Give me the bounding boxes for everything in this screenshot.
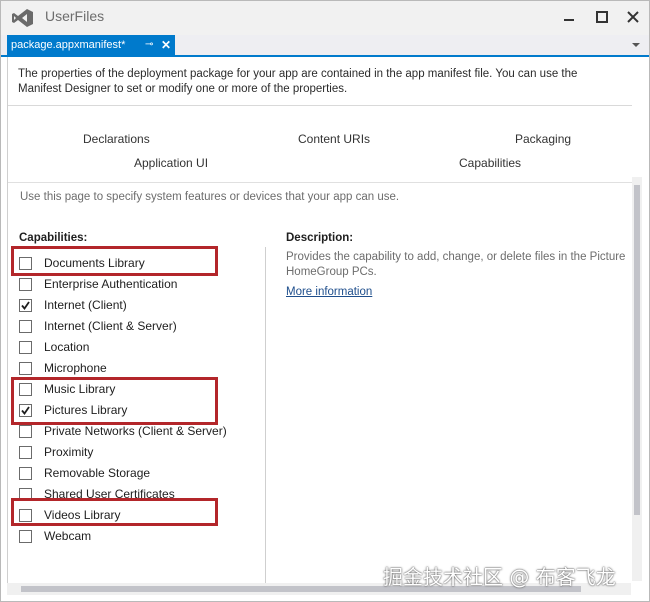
visual-studio-logo-icon <box>12 9 33 27</box>
tab-package-appxmanifest[interactable]: package.appxmanifest* ⊸ ✕ <box>7 35 175 55</box>
description-text: Provides the capability to add, change, … <box>286 250 636 280</box>
highlight-box <box>11 246 218 276</box>
capabilities-heading: Capabilities: <box>19 232 88 244</box>
capability-label: Proximity <box>44 445 94 459</box>
capability-label: Enterprise Authentication <box>44 277 178 291</box>
tab-dropdown-icon[interactable] <box>631 37 641 51</box>
tab-label: package.appxmanifest* <box>11 39 126 51</box>
more-information-link[interactable]: More information <box>286 286 372 298</box>
checkbox[interactable] <box>19 530 32 543</box>
capability-label: Removable Storage <box>44 466 151 480</box>
tab-packaging[interactable]: Packaging <box>515 132 571 146</box>
intro-text: The properties of the deployment package… <box>18 68 578 95</box>
vertical-scrollbar[interactable] <box>632 177 642 581</box>
minimize-button[interactable] <box>557 6 581 28</box>
checkbox[interactable] <box>19 341 32 354</box>
document-tab-row: package.appxmanifest* ⊸ ✕ <box>1 35 649 57</box>
checkbox[interactable] <box>19 320 32 333</box>
maximize-icon <box>596 11 608 23</box>
title-bar: UserFiles <box>1 1 649 35</box>
pin-icon[interactable]: ⊸ <box>145 35 153 55</box>
description-line: HomeGroup PCs. <box>286 266 377 278</box>
maximize-button[interactable] <box>590 6 614 28</box>
checkbox[interactable] <box>19 425 32 438</box>
highlight-box <box>11 498 218 526</box>
tab-declarations[interactable]: Declarations <box>83 132 150 146</box>
description-line: Provides the capability to add, change, … <box>286 251 626 263</box>
capability-label: Location <box>44 340 90 354</box>
tab-capabilities[interactable]: Capabilities <box>459 156 521 170</box>
capability-label: Internet (Client & Server) <box>44 319 177 333</box>
capability-label: Internet (Client) <box>44 298 127 312</box>
divider <box>8 182 632 183</box>
close-tab-icon[interactable]: ✕ <box>161 35 171 55</box>
scrollbar-thumb[interactable] <box>634 185 640 515</box>
window-title: UserFiles <box>45 8 105 24</box>
tab-application-ui[interactable]: Application UI <box>134 156 208 170</box>
description-heading: Description: <box>286 232 354 244</box>
checkbox[interactable] <box>19 467 32 480</box>
minimize-icon <box>564 19 574 21</box>
capability-label: Microphone <box>44 361 107 375</box>
watermark-text: 掘金技术社区 @ 布客飞龙 <box>383 565 616 589</box>
checkbox[interactable] <box>19 299 32 312</box>
divider <box>8 105 632 106</box>
app-window: UserFiles package.appxmanifest* ⊸ ✕ The … <box>0 0 650 602</box>
checkmark-icon <box>21 301 30 310</box>
close-icon <box>627 11 639 23</box>
checkbox[interactable] <box>19 362 32 375</box>
close-window-button[interactable] <box>621 6 645 28</box>
highlight-box <box>11 377 218 425</box>
checkbox[interactable] <box>19 446 32 459</box>
page-hint: Use this page to specify system features… <box>20 191 400 203</box>
tab-content-uris[interactable]: Content URIs <box>298 132 370 146</box>
capability-label: Webcam <box>44 529 92 543</box>
checkbox[interactable] <box>19 278 32 291</box>
